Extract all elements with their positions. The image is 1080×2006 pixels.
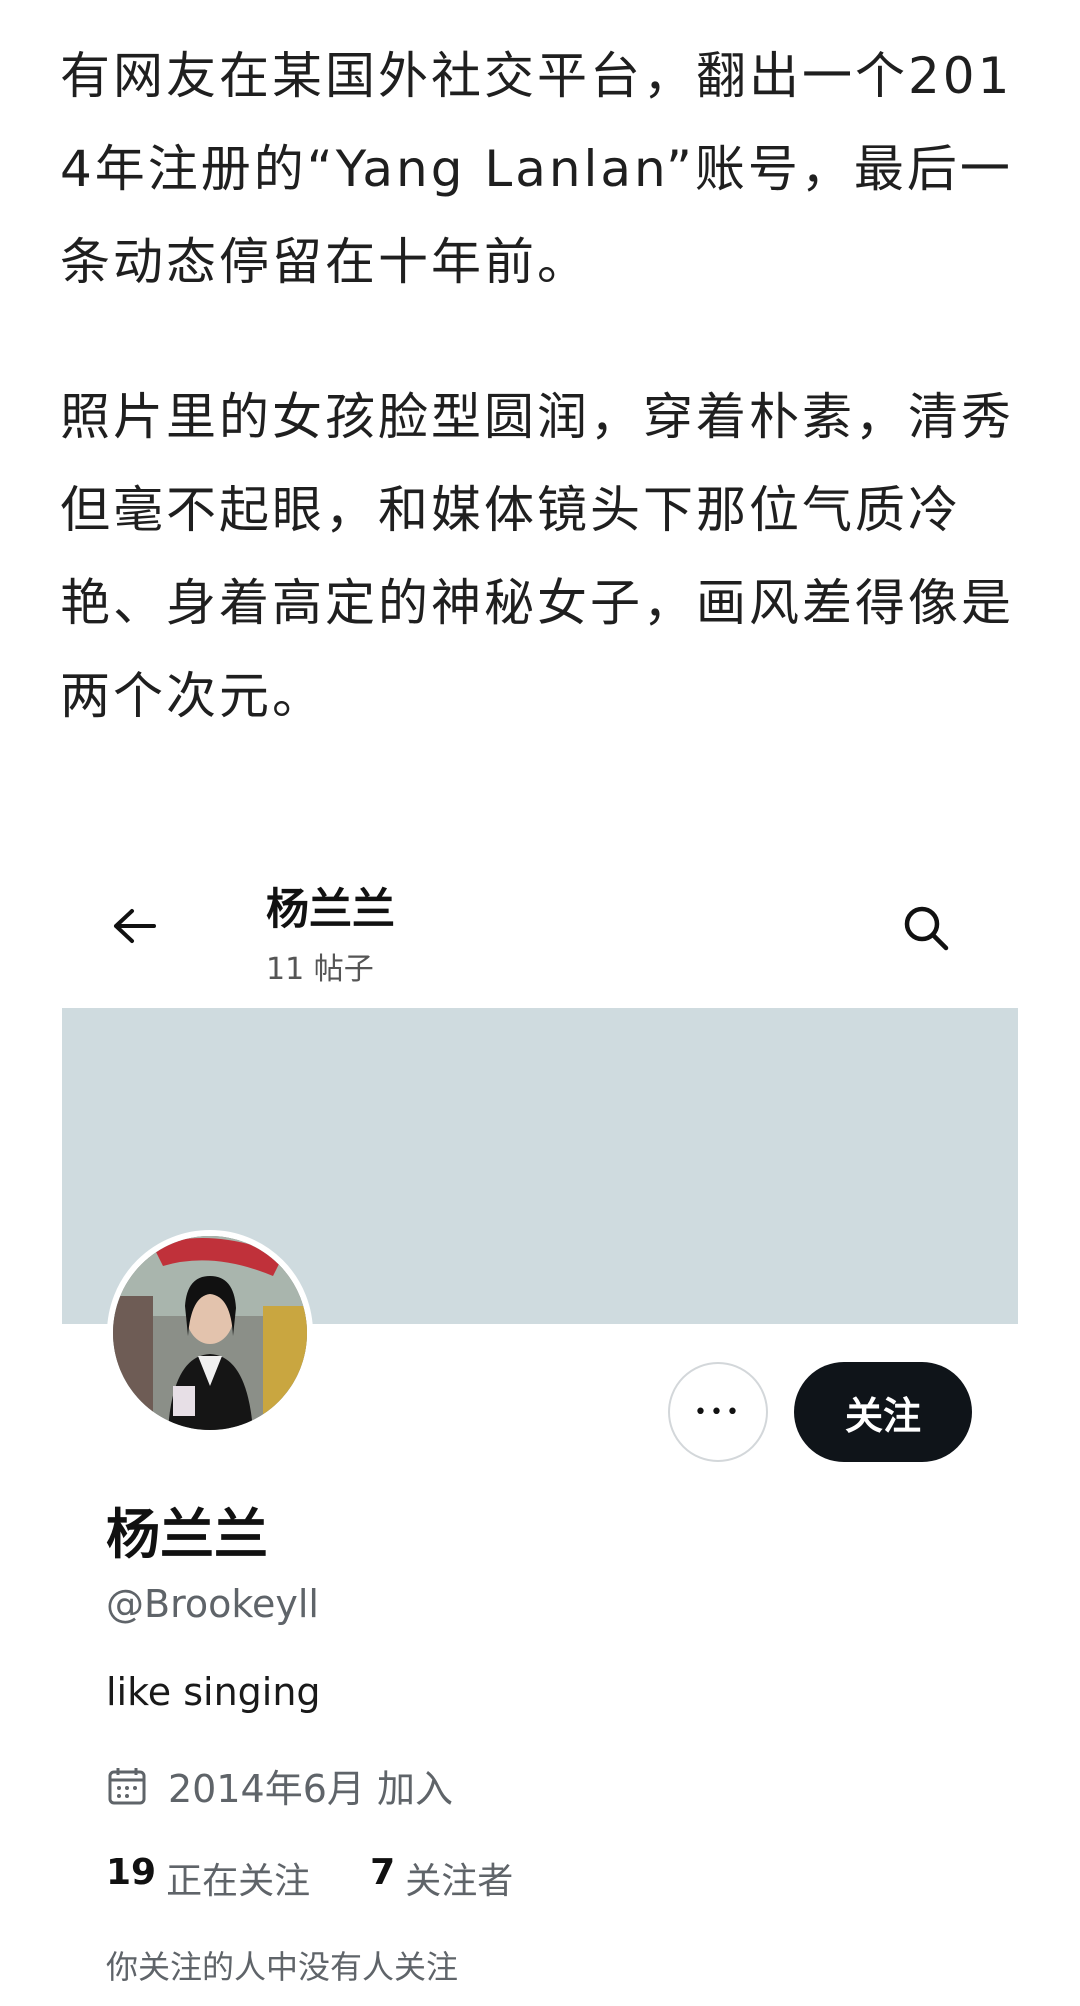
profile-topbar: 杨兰兰 11 帖子	[62, 860, 1018, 1000]
search-icon[interactable]	[898, 900, 954, 956]
article-paragraph-1: 有网友在某国外社交平台，翻出一个2014年注册的“Yang Lanlan”账号，…	[60, 47, 1013, 291]
following-count: 19	[106, 1852, 157, 1893]
more-options-button[interactable]: •••	[668, 1362, 768, 1462]
following-label: 正在关注	[166, 1861, 311, 1902]
profile-screenshot: 杨兰兰 11 帖子 ••• 关注 杨兰兰 @Brookeyll like sin…	[62, 860, 1018, 2006]
back-arrow-icon[interactable]	[110, 902, 158, 950]
follow-stats: 19 正在关注 7 关注者	[106, 1852, 573, 1904]
article-paragraph-2: 照片里的女孩脸型圆润，穿着朴素，清秀但毫不起眼，和媒体镜头下那位气质冷艳、身着高…	[60, 388, 1014, 725]
profile-handle: @Brookeyll	[106, 1582, 319, 1626]
avatar[interactable]	[107, 1230, 313, 1436]
followers-count: 7	[370, 1852, 396, 1893]
mutual-followers-note: 你关注的人中没有人关注	[106, 1948, 459, 1986]
calendar-icon	[106, 1765, 148, 1807]
more-label: •••	[694, 1399, 742, 1425]
topbar-name: 杨兰兰	[266, 885, 395, 935]
topbar-post-count: 11 帖子	[266, 952, 374, 987]
followers-stat[interactable]: 7 关注者	[370, 1852, 513, 1904]
joined-date-text: 2014年6月 加入	[168, 1767, 453, 1811]
follow-button[interactable]: 关注	[794, 1362, 972, 1462]
article-text: 有网友在某国外社交平台，翻出一个2014年注册的“Yang Lanlan”账号，…	[60, 30, 1020, 743]
following-stat[interactable]: 19 正在关注	[106, 1852, 310, 1904]
followers-label: 关注者	[405, 1861, 514, 1902]
profile-bio: like singing	[106, 1670, 321, 1714]
profile-joined: 2014年6月 加入	[106, 1758, 453, 1813]
profile-display-name: 杨兰兰	[106, 1503, 268, 1566]
